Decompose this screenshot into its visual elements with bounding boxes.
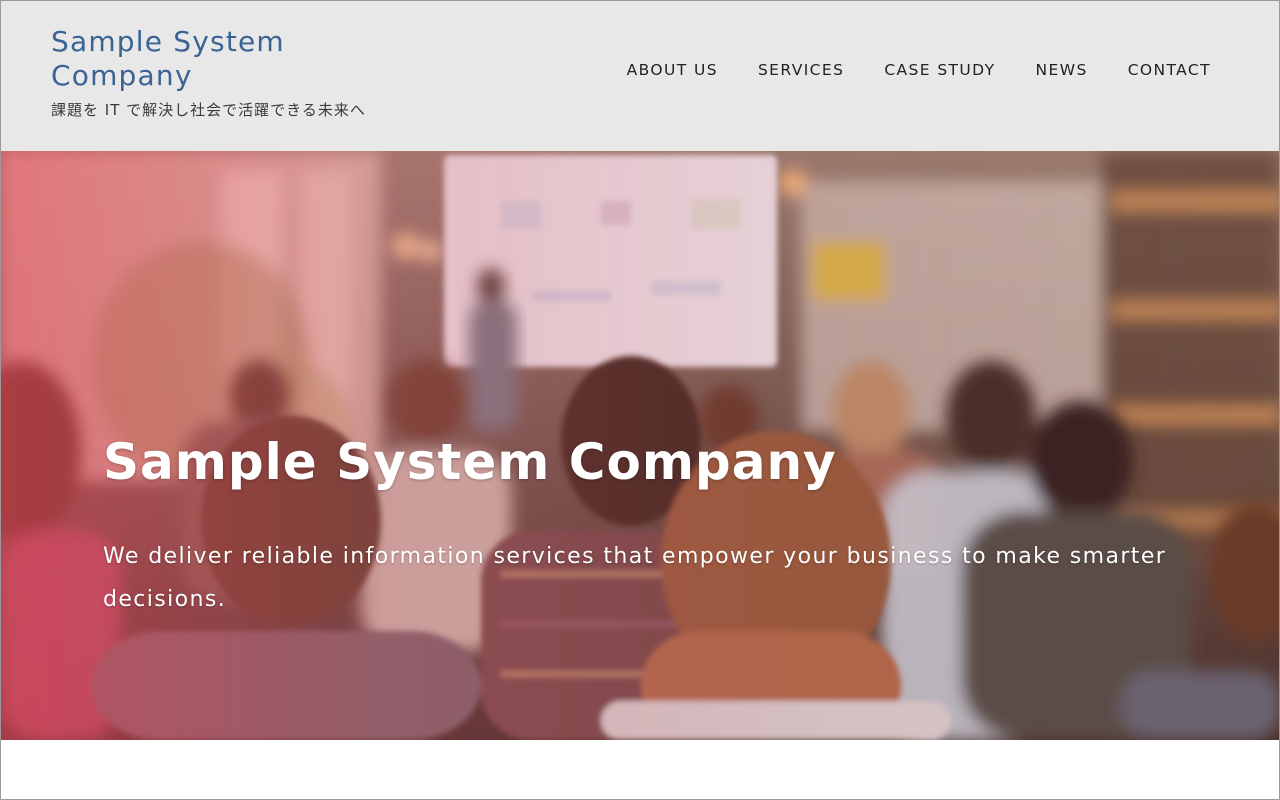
nav-link-about-us[interactable]: ABOUT US — [627, 61, 718, 79]
hero-description: We deliver reliable information services… — [103, 544, 1167, 612]
nav-link-contact[interactable]: CONTACT — [1128, 61, 1211, 79]
nav-link-case-study[interactable]: CASE STUDY — [884, 61, 995, 79]
content-area — [1, 740, 1279, 799]
page-frame: Sample System Company 課題を IT で解決し社会で活躍でき… — [0, 0, 1280, 800]
brand-block[interactable]: Sample System Company 課題を IT で解決し社会で活躍でき… — [51, 25, 366, 120]
hero-section: Sample System Company We deliver reliabl… — [1, 151, 1279, 740]
nav-link-news[interactable]: NEWS — [1036, 61, 1088, 79]
hero-headline: Sample System Company — [103, 433, 837, 491]
main-navigation: ABOUT US SERVICES CASE STUDY NEWS CONTAC… — [627, 61, 1211, 79]
site-header: Sample System Company 課題を IT で解決し社会で活躍でき… — [1, 1, 1279, 151]
nav-link-services[interactable]: SERVICES — [758, 61, 844, 79]
site-logo-title[interactable]: Sample System Company — [51, 25, 351, 93]
site-tagline: 課題を IT で解決し社会で活躍できる未来へ — [51, 101, 366, 119]
